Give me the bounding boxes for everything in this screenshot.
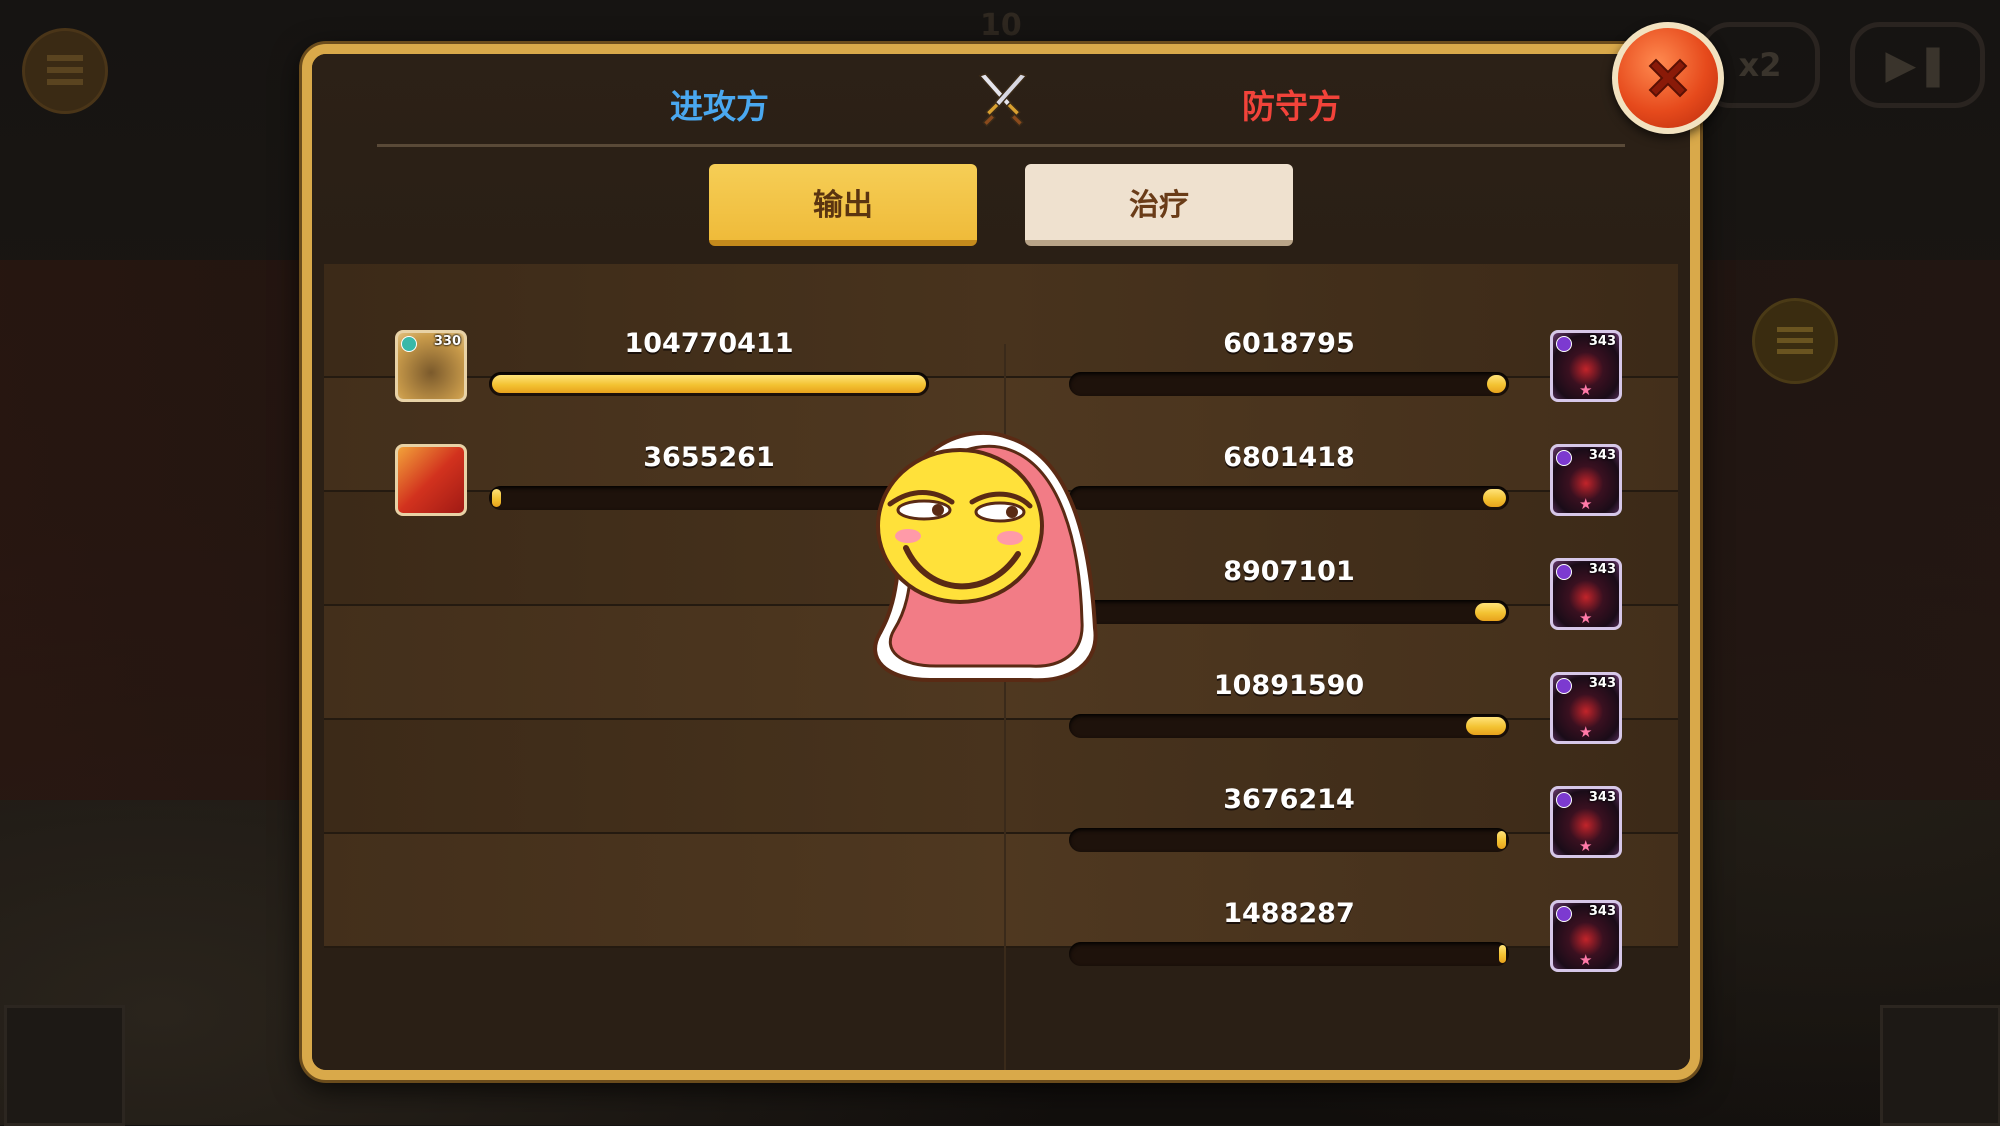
defender-bar-5 (1069, 828, 1509, 852)
defender-portrait-6[interactable]: 343 ★ (1550, 900, 1622, 972)
portrait-level: 343 (1588, 790, 1616, 805)
portrait-level: 343 (1588, 562, 1616, 577)
defender-portrait-2[interactable]: 343 ★ (1550, 444, 1622, 516)
bar-fill (1486, 375, 1506, 393)
defender-bar-3 (1069, 600, 1509, 624)
close-button[interactable] (1612, 22, 1724, 134)
background-slot-right (1880, 1005, 2000, 1126)
close-icon (1648, 58, 1688, 98)
star-icon: ★ (1579, 495, 1593, 513)
purple-gem-icon (1556, 450, 1572, 466)
bar-fill (492, 375, 926, 393)
attacker-label: 进攻方 (670, 87, 769, 126)
defender-bar-1 (1069, 372, 1509, 396)
portrait-level: 343 (1588, 904, 1616, 919)
attacker-portrait-2[interactable] (395, 444, 467, 516)
portrait-level: 343 (1588, 334, 1616, 349)
bar-fill (1474, 603, 1506, 621)
defender-value-1: 6018795 (1223, 328, 1355, 359)
star-icon: ★ (1579, 723, 1593, 741)
defender-bar-6 (1069, 942, 1509, 966)
bar-fill (1496, 831, 1506, 849)
defender-bar-2 (1069, 486, 1509, 510)
bar-fill (1483, 489, 1506, 507)
background-menu-button (22, 28, 108, 114)
attacker-value-1: 104770411 (624, 328, 794, 359)
defender-portrait-3[interactable]: 343 ★ (1550, 558, 1622, 630)
bar-fill (1498, 945, 1506, 963)
table-row (324, 264, 1678, 378)
portrait-level: 343 (1588, 448, 1616, 463)
skull-gem-icon (401, 336, 417, 352)
defender-value-3: 8907101 (1223, 556, 1355, 587)
tab-heal[interactable]: 治疗 (1025, 164, 1293, 246)
crossed-swords-icon (978, 73, 1028, 127)
star-icon: ★ (1579, 609, 1593, 627)
defender-bar-4 (1069, 714, 1509, 738)
bar-fill (1466, 717, 1506, 735)
attacker-portrait-1[interactable]: 330 (395, 330, 467, 402)
header-divider (377, 144, 1625, 147)
portrait-level: 330 (433, 334, 461, 349)
purple-gem-icon (1556, 678, 1572, 694)
purple-gem-icon (1556, 336, 1572, 352)
star-icon: ★ (1579, 837, 1593, 855)
defender-portrait-1[interactable]: 343 ★ (1550, 330, 1622, 402)
portrait-level: 343 (1588, 676, 1616, 691)
defender-portrait-4[interactable]: 343 ★ (1550, 672, 1622, 744)
star-icon: ★ (1579, 951, 1593, 969)
defender-value-6: 1488287 (1223, 898, 1355, 929)
dialog-header: 进攻方 防守方 (312, 54, 1690, 147)
purple-gem-icon (1556, 906, 1572, 922)
defender-label: 防守方 (1242, 87, 1341, 126)
background-list-button (1752, 298, 1838, 384)
defender-value-5: 3676214 (1223, 784, 1355, 815)
attacker-bar-1 (489, 372, 929, 396)
tab-output[interactable]: 输出 (709, 164, 977, 246)
purple-gem-icon (1556, 564, 1572, 580)
background-play-pause-button: ▶❚ (1850, 22, 1985, 108)
defender-value-2: 6801418 (1223, 442, 1355, 473)
background-round-number: 10 (980, 8, 1022, 43)
star-icon: ★ (1579, 381, 1593, 399)
defender-portrait-5[interactable]: 343 ★ (1550, 786, 1622, 858)
smirking-emoji-sticker (873, 431, 1098, 683)
background-slot-left (4, 1005, 125, 1126)
bar-fill (492, 489, 502, 507)
purple-gem-icon (1556, 792, 1572, 808)
defender-value-4: 10891590 (1213, 670, 1365, 701)
